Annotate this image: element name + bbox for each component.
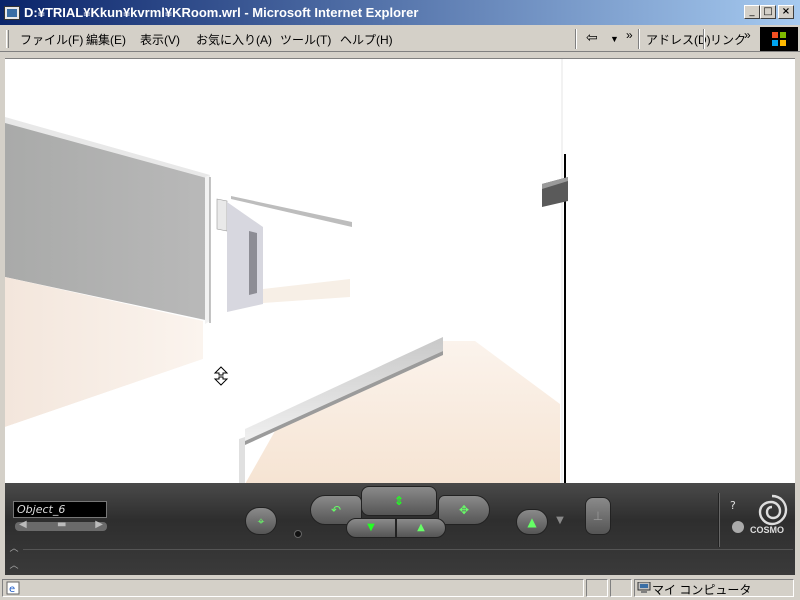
svg-text:e: e <box>9 584 15 595</box>
mountain-icon: ▲ <box>527 515 537 529</box>
menu-tools[interactable]: ツール(T) <box>280 31 331 48</box>
menu-edit[interactable]: 編集(E) <box>86 31 126 48</box>
menu-file[interactable]: ファイル(F) <box>20 31 83 48</box>
up-triangle-icon: ▲ <box>417 522 425 533</box>
menu-view[interactable]: 表示(V) <box>140 31 180 48</box>
browser-window: D:¥TRIAL¥Kkun¥kvrml¥KRoom.wrl - Microsof… <box>0 0 800 600</box>
crosshair-icon: ⌖ <box>257 514 265 528</box>
help-button[interactable]: ? <box>730 499 736 512</box>
windows-flag-icon <box>771 31 787 47</box>
straighten-button[interactable]: ▲ <box>516 509 548 535</box>
toolbar-chevron[interactable]: » <box>626 28 633 42</box>
address-label[interactable]: アドレス(D) <box>646 31 711 48</box>
go-forward-button[interactable]: ⇕ <box>361 486 437 516</box>
scene-render <box>5 59 568 483</box>
pan-button[interactable]: ✥ <box>438 495 490 525</box>
down-triangle-icon: ▼ <box>367 522 375 533</box>
security-zone-label: マイ コンピュータ <box>652 583 752 597</box>
status-bar: e マイ コンピュータ <box>0 576 800 600</box>
maximize-button[interactable]: □ <box>760 5 776 19</box>
pan-cross-icon: ✥ <box>458 503 470 517</box>
status-security-pane <box>610 579 632 597</box>
ie-page-icon: e <box>6 581 20 595</box>
seek-button[interactable]: ⌖ <box>245 507 277 535</box>
close-button[interactable]: × <box>778 5 794 19</box>
links-chevron[interactable]: » <box>744 28 751 42</box>
cosmo-brand-label: COSMO <box>750 525 785 535</box>
status-progress-pane <box>586 579 608 597</box>
menu-bar: ファイル(F) 編集(E) 表示(V) お気に入り(A) ツール(T) ヘルプ(… <box>0 26 800 52</box>
toolbar-separator <box>575 29 577 49</box>
collapse-up-icon[interactable]: ︿ <box>5 541 23 555</box>
preferences-knob[interactable] <box>732 521 744 533</box>
menu-favorites[interactable]: お気に入り(A) <box>196 31 272 48</box>
panel-divider <box>23 549 793 550</box>
toolbar-grip[interactable] <box>6 30 9 48</box>
dropdown-arrow-icon[interactable]: ▼ <box>551 511 569 531</box>
toolbar-separator <box>703 29 705 49</box>
status-text-pane: e <box>2 579 584 597</box>
viewpoint-name-field[interactable]: Object_6 <box>13 501 107 518</box>
vrml-scene-viewport[interactable] <box>5 58 795 483</box>
next-viewpoint-icon[interactable]: ▶ <box>95 519 103 530</box>
minimize-button[interactable]: _ <box>744 5 760 19</box>
slide-up-button[interactable]: ▲ <box>396 518 446 538</box>
links-label[interactable]: リンク <box>710 31 746 48</box>
previous-viewpoint-icon[interactable]: ◀ <box>19 519 27 530</box>
back-dropdown-icon[interactable]: ▼ <box>610 34 619 44</box>
navigation-cursor-icon <box>213 366 229 386</box>
title-bar[interactable]: D:¥TRIAL¥Kkun¥kvrml¥KRoom.wrl - Microsof… <box>0 0 800 26</box>
my-computer-icon <box>637 581 651 594</box>
ie-page-icon <box>4 6 20 20</box>
window-title: D:¥TRIAL¥Kkun¥kvrml¥KRoom.wrl - Microsof… <box>24 5 419 20</box>
gravity-dot[interactable] <box>294 530 302 538</box>
go-arrows-icon: ⇕ <box>393 494 405 508</box>
tilt-arrow-icon: ↶ <box>330 503 342 517</box>
expand-up-icon[interactable]: ︿ <box>5 558 23 572</box>
windows-logo-throbber <box>760 27 798 51</box>
cosmo-player-dashboard: Object_6 ◀ ▬ ▶ ⌖ ↶ ⇕ ✥ ▼ ▲ ▲ ▼ ⊥ ? COSMO… <box>5 483 795 575</box>
toolbar-separator <box>638 29 640 49</box>
cosmo-logo <box>755 493 789 527</box>
menu-help[interactable]: ヘルプ(H) <box>340 31 393 48</box>
zoom-button[interactable]: ⊥ <box>585 497 611 535</box>
panel-divider <box>718 493 720 547</box>
zoom-marker-icon: ⊥ <box>592 509 604 523</box>
viewpoint-list-icon[interactable]: ▬ <box>57 519 66 530</box>
slide-down-button[interactable]: ▼ <box>346 518 396 538</box>
back-arrow-icon[interactable]: ⇦ <box>586 29 598 46</box>
viewpoint-selector[interactable]: ◀ ▬ ▶ <box>15 519 107 531</box>
